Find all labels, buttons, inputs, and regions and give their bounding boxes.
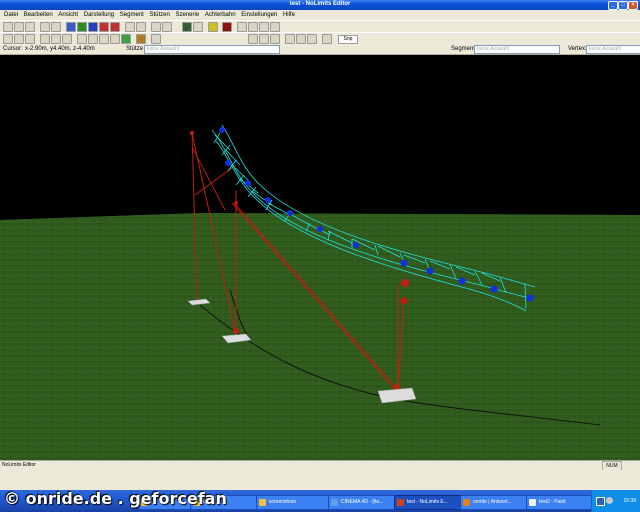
menu-hilfe[interactable]: Hilfe — [283, 10, 295, 20]
menu-szenerie[interactable]: Szenerie — [176, 10, 200, 20]
new-file-icon[interactable] — [3, 22, 13, 32]
menu-achterbahn[interactable]: Achterbahn — [205, 10, 236, 20]
pointer-icon[interactable] — [248, 34, 258, 44]
view-front-icon[interactable] — [237, 22, 247, 32]
split-icon[interactable] — [307, 34, 317, 44]
cinema4d-icon — [331, 499, 338, 506]
menu-ansicht[interactable]: Ansicht — [58, 10, 78, 20]
minimize-button[interactable]: _ — [608, 1, 618, 10]
train-tool-icon[interactable] — [110, 22, 120, 32]
taskbar-item-screenshots[interactable]: screenshots — [256, 495, 338, 510]
eraser-icon[interactable] — [51, 34, 61, 44]
car-tool-icon[interactable] — [99, 22, 109, 32]
menu-datei[interactable]: Datei — [4, 10, 18, 20]
cursor-label: Cursor: — [3, 46, 23, 52]
open-file-icon[interactable] — [14, 22, 24, 32]
redo-icon[interactable] — [51, 22, 61, 32]
first-vertex-icon[interactable] — [3, 34, 13, 44]
view-top-icon[interactable] — [259, 22, 269, 32]
terrain-icon[interactable] — [182, 22, 192, 32]
segment-label: Segment: — [451, 46, 477, 52]
light-icon[interactable] — [208, 22, 218, 32]
maximize-button[interactable]: □ — [618, 1, 628, 10]
unlink-icon[interactable] — [296, 34, 306, 44]
prev-vertex-icon[interactable] — [14, 34, 24, 44]
rail-tool-icon[interactable] — [151, 34, 161, 44]
link-icon[interactable] — [285, 34, 295, 44]
window-title: test - NoLimits Editor — [289, 1, 351, 7]
ring-tool-icon[interactable] — [88, 34, 98, 44]
track-tool-icon[interactable] — [77, 22, 87, 32]
bucket-icon[interactable] — [62, 34, 72, 44]
segment-tool-icon[interactable] — [66, 22, 76, 32]
viewport-3d[interactable] — [0, 55, 640, 460]
status-bar: NoLimits Editor NUM — [0, 460, 640, 471]
paint-icon — [529, 499, 536, 506]
window-bottom — [0, 470, 640, 490]
volume-icon[interactable] — [606, 497, 613, 504]
save-file-icon[interactable] — [25, 22, 35, 32]
menu-einstellungen[interactable]: Einstellungen — [241, 10, 277, 20]
menu-bearbeiten[interactable]: Bearbeiten — [24, 10, 53, 20]
segment-field: keine Auswahl — [474, 45, 560, 54]
cursor-readout: x-2.90m, y4.40m, z-4.40m — [25, 46, 95, 52]
move-icon[interactable] — [259, 34, 269, 44]
next-vertex-icon[interactable] — [25, 34, 35, 44]
select-icon[interactable] — [151, 22, 161, 32]
grid-icon[interactable] — [193, 22, 203, 32]
folder-icon — [259, 499, 266, 506]
support-field: keine Auswahl — [144, 45, 280, 54]
nolimits-icon — [397, 499, 404, 506]
snap-toggle[interactable]: Snp — [338, 35, 358, 44]
system-tray: 15:38 — [591, 490, 640, 512]
sphere-tool-icon[interactable] — [99, 34, 109, 44]
taskbar-item-onride[interactable]: onride | Antwort... — [460, 495, 536, 510]
zoom-in-icon[interactable] — [125, 22, 135, 32]
view-side-icon[interactable] — [248, 22, 258, 32]
taskbar-item-nolimits[interactable]: test - NoLimits E... — [394, 495, 470, 510]
support-tool-icon[interactable] — [162, 22, 172, 32]
menu-bar: Datei Bearbeiten Ansicht Darstellung Seg… — [0, 10, 640, 20]
browser-icon — [463, 499, 470, 506]
tree-tool-icon[interactable] — [121, 34, 131, 44]
cylinder-tool-icon[interactable] — [110, 34, 120, 44]
record-icon[interactable] — [222, 22, 232, 32]
pencil-icon[interactable] — [40, 34, 50, 44]
circle-tool-icon[interactable] — [77, 34, 87, 44]
menu-stuetzen[interactable]: Stützen — [149, 10, 169, 20]
curve-tool-icon[interactable] — [88, 22, 98, 32]
status-text: NoLimits Editor — [2, 462, 36, 468]
clock: 15:38 — [623, 498, 636, 504]
vertex-field: keine Auswahl — [586, 45, 640, 54]
undo-icon[interactable] — [40, 22, 50, 32]
view-persp-icon[interactable] — [270, 22, 280, 32]
cut-icon[interactable] — [322, 34, 332, 44]
menu-darstellung[interactable]: Darstellung — [84, 10, 114, 20]
close-button[interactable]: × — [628, 1, 638, 10]
menu-segment[interactable]: Segment — [120, 10, 144, 20]
rotate-icon[interactable] — [270, 34, 280, 44]
watermark: © onride.de . geforcefan — [4, 489, 227, 508]
zoom-out-icon[interactable] — [136, 22, 146, 32]
info-bar: Cursor: x-2.90m, y4.40m, z-4.40m Stütze … — [0, 44, 640, 55]
scene-render — [0, 55, 640, 460]
taskbar-item-paint[interactable]: test2 - Paint — [526, 495, 600, 510]
title-bar: test - NoLimits Editor _ □ × — [0, 0, 640, 10]
support-label: Stütze — [126, 46, 144, 52]
taskbar-item-cinema4d[interactable]: CINEMA 4D - [Ite... — [328, 495, 404, 510]
vertex-label: Vertex: — [568, 46, 587, 52]
rock-tool-icon[interactable] — [136, 34, 146, 44]
language-icon[interactable] — [596, 497, 605, 506]
